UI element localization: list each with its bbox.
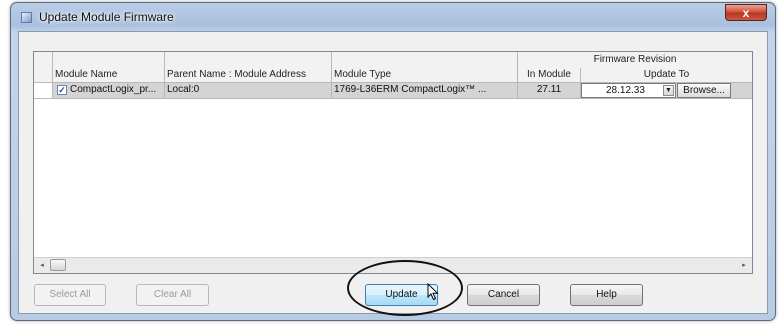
module-checkbox[interactable]: ✓ [57, 85, 67, 95]
scroll-thumb[interactable] [50, 259, 66, 271]
in-module-cell: 27.11 [518, 83, 581, 98]
browse-button[interactable]: Browse... [677, 83, 731, 98]
clear-all-button[interactable]: Clear All [136, 284, 209, 306]
header-update-to[interactable]: Update To [581, 68, 752, 83]
header-module-type[interactable]: Module Type [332, 52, 518, 83]
header-parent-name[interactable]: Parent Name : Module Address [165, 52, 332, 83]
select-all-button[interactable]: Select All [34, 284, 106, 306]
title-bar[interactable]: Update Module Firmware x [11, 3, 775, 31]
row-header [34, 83, 53, 98]
cancel-button[interactable]: Cancel [467, 284, 540, 306]
header-module-name[interactable]: Module Name [53, 52, 165, 83]
help-button[interactable]: Help [570, 284, 643, 306]
highlight-ellipse [347, 260, 463, 316]
scroll-left-arrow-icon[interactable]: ◂ [35, 259, 49, 272]
update-to-cell: 28.12.33 ▼ Browse... [581, 83, 752, 98]
window-title: Update Module Firmware [39, 10, 174, 24]
table-row[interactable]: ✓ CompactLogix_pr... Local:0 1769-L36ERM… [34, 83, 752, 99]
mouse-pointer-icon [427, 283, 439, 301]
app-icon [21, 12, 32, 23]
close-button[interactable]: x [725, 4, 767, 21]
module-name-cell: ✓ CompactLogix_pr... [53, 83, 165, 98]
update-to-dropdown[interactable]: 28.12.33 ▼ [581, 83, 676, 98]
chevron-down-icon[interactable]: ▼ [663, 85, 674, 96]
module-name-value: CompactLogix_pr... [70, 84, 157, 95]
module-type-cell: 1769-L36ERM CompactLogix™ ... [332, 83, 518, 98]
header-spacer [34, 52, 53, 83]
module-table: Module Name Parent Name : Module Address… [33, 51, 753, 274]
parent-name-cell: Local:0 [165, 83, 332, 98]
header-firmware-revision: Firmware Revision [518, 52, 752, 69]
scroll-right-arrow-icon[interactable]: ▸ [737, 259, 751, 272]
update-to-value: 28.12.33 [606, 85, 645, 96]
header-in-module[interactable]: In Module [518, 68, 581, 83]
